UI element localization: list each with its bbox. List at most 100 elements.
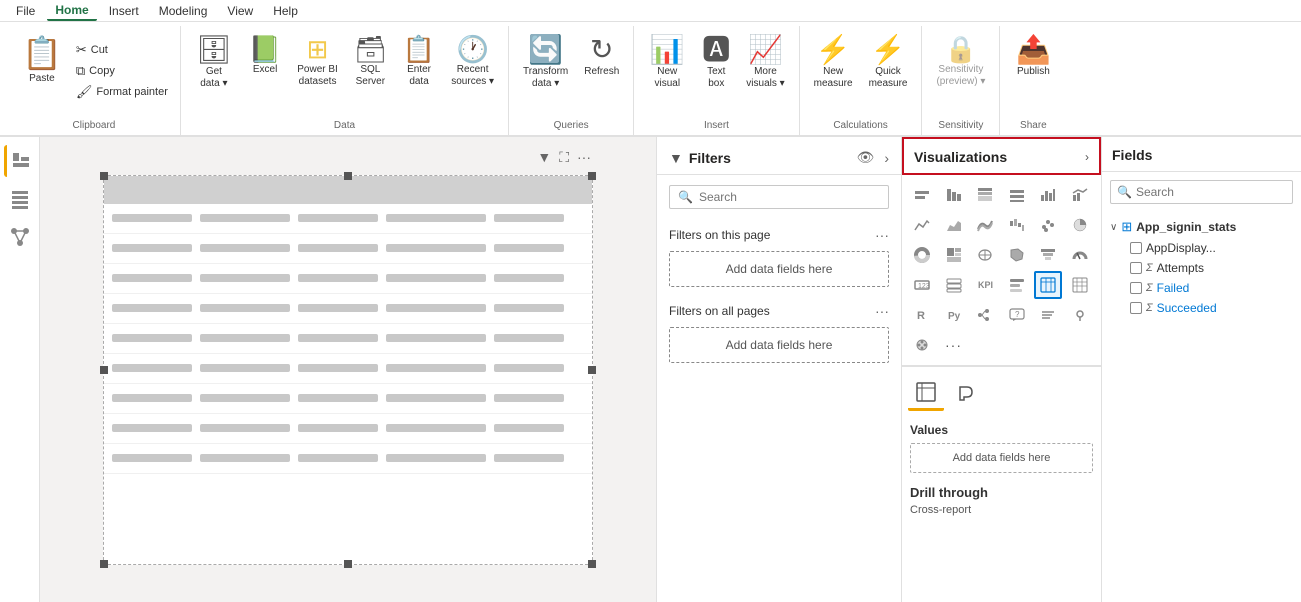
cell-placeholder [200,364,290,372]
viz-matrix[interactable] [1066,271,1094,299]
fields-search-input[interactable] [1136,185,1291,199]
viz-kpi[interactable]: KPI [971,271,999,299]
powerbi-datasets-button[interactable]: ⊞ Power BIdatasets [291,32,344,92]
filters-chevron-icon[interactable]: › [884,150,889,166]
sql-server-button[interactable]: 🗃 SQLServer [348,32,393,92]
viz-line-chart[interactable] [908,211,936,239]
viz-100-stacked-bar[interactable] [1003,181,1031,209]
viz-r-visual[interactable]: R [908,301,936,329]
format-painter-button[interactable]: 🖌 Format painter [72,82,172,102]
fields-table-expand-row[interactable]: ∨ ⊞ App_signin_stats [1110,216,1293,238]
viz-stacked-column[interactable] [971,181,999,209]
new-measure-button[interactable]: ⚡ Newmeasure [808,32,859,94]
cell-placeholder [494,244,564,252]
viz-stacked-bar[interactable] [908,181,936,209]
viz-table[interactable] [1034,271,1062,299]
menu-file[interactable]: File [8,2,43,20]
viz-add-data-fields[interactable]: Add data fields here [910,443,1093,473]
resize-tl[interactable] [100,172,108,180]
paste-button[interactable]: 📋 Paste [16,32,68,86]
field-checkbox-attempts[interactable] [1130,262,1142,274]
menu-view[interactable]: View [219,2,261,20]
viz-donut[interactable] [908,241,936,269]
quick-measure-button[interactable]: ⚡ Quickmeasure [863,32,914,94]
sidebar-icon-data[interactable] [4,183,36,215]
publish-button[interactable]: 📤 Publish [1008,32,1058,82]
resize-ml[interactable] [100,366,108,374]
expand-toolbar-btn[interactable]: ⛶ [557,147,571,168]
viz-qna[interactable]: ? [1003,301,1031,329]
field-checkbox-appdisplay[interactable] [1130,242,1142,254]
fields-search-box[interactable]: 🔍 [1110,180,1293,204]
new-visual-button[interactable]: 📊 Newvisual [642,32,692,94]
viz-multi-row-card[interactable] [940,271,968,299]
filters-search-input[interactable] [699,190,880,204]
viz-arrow[interactable]: › [1085,150,1089,164]
viz-pie[interactable] [1066,211,1094,239]
viz-more[interactable]: ··· [940,331,968,359]
cut-button[interactable]: ✂ Cut [72,40,172,60]
get-data-button[interactable]: 🗄 Getdata ▾ [189,32,239,94]
filters-on-page-menu[interactable]: ··· [875,227,889,243]
cell-placeholder [298,274,378,282]
more-visuals-button[interactable]: 📈 Morevisuals ▾ [740,32,790,94]
field-checkbox-failed[interactable] [1130,282,1142,294]
resize-bl[interactable] [100,560,108,568]
viz-clustered-bar[interactable] [940,181,968,209]
recent-sources-button[interactable]: 🕐 Recentsources ▾ [445,32,500,92]
cell-placeholder [494,424,564,432]
viz-smart-narrative[interactable] [1034,301,1062,329]
viz-filled-map[interactable] [1003,241,1031,269]
copy-button[interactable]: ⧉ Copy [72,61,172,81]
filters-eye-icon[interactable]: 👁 [857,149,875,166]
viz-azure-map[interactable] [1066,301,1094,329]
refresh-button[interactable]: ↻ Refresh [578,32,625,82]
transform-data-icon: 🔄 [528,36,563,64]
filters-on-all-pages-menu[interactable]: ··· [875,303,889,319]
menu-help[interactable]: Help [265,2,306,20]
viz-scatter[interactable] [1034,211,1062,239]
sensitivity-button[interactable]: 🔒 Sensitivity(preview) ▾ [930,32,991,92]
resize-br[interactable] [588,560,596,568]
more-toolbar-btn[interactable]: ··· [575,147,593,167]
viz-decomposition-tree[interactable] [971,301,999,329]
viz-treemap[interactable] [940,241,968,269]
viz-waterfall[interactable] [1003,211,1031,239]
viz-python-visual[interactable]: Py [940,301,968,329]
viz-line-bar[interactable] [1066,181,1094,209]
filter-toolbar-btn[interactable]: ▼ [535,147,553,167]
visual-container[interactable] [103,175,593,565]
field-checkbox-succeeded[interactable] [1130,302,1142,314]
viz-paint-brush[interactable] [908,331,936,359]
resize-bm[interactable] [344,560,352,568]
sidebar-icon-report[interactable] [4,145,36,177]
resize-mr[interactable] [588,366,596,374]
resize-tm[interactable] [344,172,352,180]
publish-icon: 📤 [1016,36,1051,64]
menu-insert[interactable]: Insert [101,2,147,20]
viz-ribbon-chart[interactable] [971,211,999,239]
cell-placeholder [386,424,486,432]
visualizations-panel: Visualizations › [901,137,1101,602]
excel-button[interactable]: 📗 Excel [243,32,287,80]
menu-home[interactable]: Home [47,1,96,21]
viz-clustered-column[interactable] [1034,181,1062,209]
filters-search-box[interactable]: 🔍 [669,185,889,209]
transform-data-button[interactable]: 🔄 Transformdata ▾ [517,32,574,94]
sidebar-icon-model[interactable] [4,221,36,253]
viz-format-tab[interactable] [948,375,984,411]
viz-gauge[interactable] [1066,241,1094,269]
calculations-group-label: Calculations [833,120,887,131]
viz-funnel[interactable] [1034,241,1062,269]
add-data-fields-all-pages-btn[interactable]: Add data fields here [669,327,889,363]
viz-fields-tab[interactable] [908,375,944,411]
viz-map[interactable] [971,241,999,269]
resize-tr[interactable] [588,172,596,180]
menu-modeling[interactable]: Modeling [151,2,216,20]
enter-data-button[interactable]: 📋 Enterdata [397,32,441,92]
add-data-fields-page-btn[interactable]: Add data fields here [669,251,889,287]
viz-slicer[interactable] [1003,271,1031,299]
viz-area-chart[interactable] [940,211,968,239]
viz-card[interactable]: 123 [908,271,936,299]
text-box-button[interactable]: 🅰 Textbox [696,32,736,94]
